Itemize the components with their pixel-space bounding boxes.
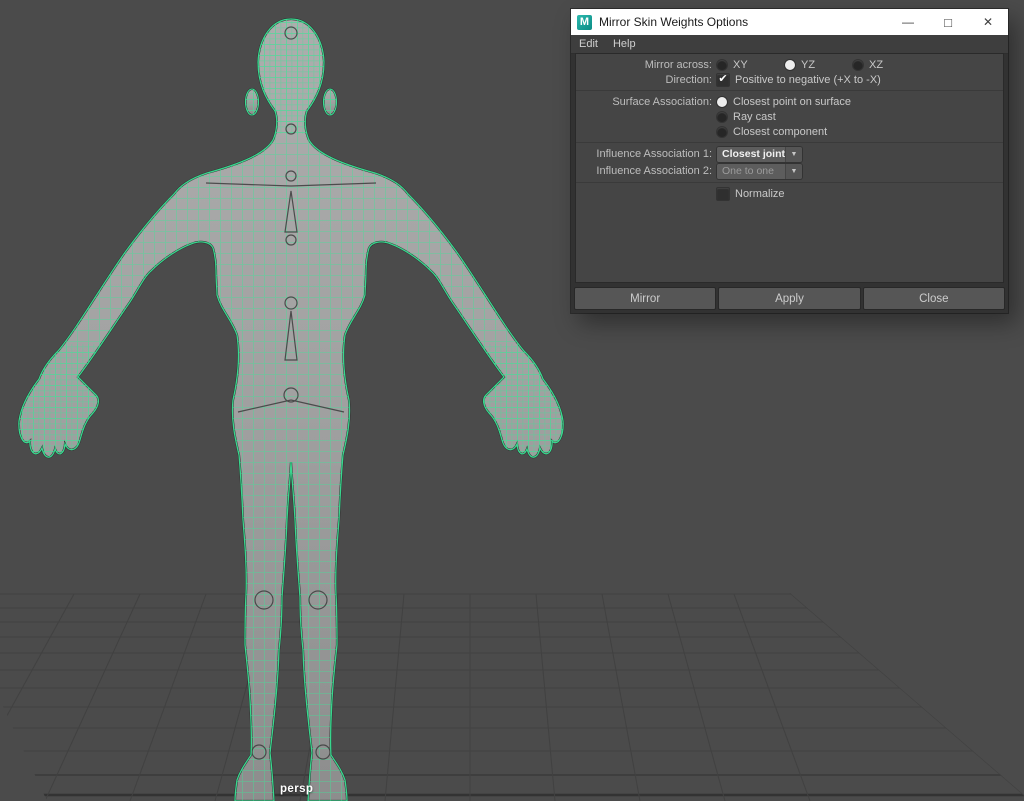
surface-association-row-3: Closest component xyxy=(576,124,1003,139)
surface-association-label: Surface Association: xyxy=(576,96,712,108)
camera-name-label: persp xyxy=(280,783,313,795)
maximize-button[interactable]: □ xyxy=(928,9,968,35)
mirror-button[interactable]: Mirror xyxy=(575,288,715,309)
direction-row: Direction: ✔ Positive to negative (+X to… xyxy=(576,72,1003,87)
influence-association-2-label: Influence Association 2: xyxy=(576,165,712,177)
chevron-down-icon: ▼ xyxy=(785,164,802,179)
dialog-menubar: Edit Help xyxy=(571,35,1008,54)
mirror-across-row: Mirror across: XY YZ XZ xyxy=(576,57,1003,72)
surface-association-row-1: Surface Association: Closest point on su… xyxy=(576,94,1003,109)
radio-icon xyxy=(717,112,727,122)
radio-icon xyxy=(717,127,727,137)
radio-icon xyxy=(853,60,863,70)
menu-help[interactable]: Help xyxy=(613,38,636,50)
maya-application: persp M Mirror Skin Weights Options — □ … xyxy=(0,0,1024,801)
influence-association-1-row: Influence Association 1: Closest joint ▼ xyxy=(576,146,1003,162)
mirror-skin-weights-options-dialog: M Mirror Skin Weights Options — □ ✕ Edit… xyxy=(571,9,1008,313)
options-panel: Mirror across: XY YZ XZ xyxy=(575,53,1004,283)
separator xyxy=(576,142,1003,143)
dialog-action-buttons: Mirror Apply Close xyxy=(575,288,1004,309)
direction-option-label: Positive to negative (+X to -X) xyxy=(735,74,881,86)
radio-mirror-yz[interactable]: YZ xyxy=(785,59,853,71)
radio-icon xyxy=(717,97,727,107)
surface-association-row-2: Ray cast xyxy=(576,109,1003,124)
dropdown-value: Closest joint xyxy=(717,147,785,162)
radio-icon xyxy=(785,60,795,70)
minimize-button[interactable]: — xyxy=(888,9,928,35)
radio-closest-point-on-surface[interactable]: Closest point on surface xyxy=(717,96,851,108)
chevron-down-icon: ▼ xyxy=(785,147,802,162)
radio-icon xyxy=(717,60,727,70)
dropdown-value: One to one xyxy=(717,164,785,179)
influence-association-2-row: Influence Association 2: One to one ▼ xyxy=(576,163,1003,179)
normalize-checkbox[interactable]: ✔ xyxy=(717,188,729,200)
radio-ray-cast[interactable]: Ray cast xyxy=(717,111,776,123)
normalize-row: ✔ Normalize xyxy=(576,186,1003,201)
dialog-title: Mirror Skin Weights Options xyxy=(599,15,748,29)
separator xyxy=(576,90,1003,91)
influence-association-1-dropdown[interactable]: Closest joint ▼ xyxy=(717,147,802,162)
radio-mirror-xy[interactable]: XY xyxy=(717,59,785,71)
close-window-button[interactable]: ✕ xyxy=(968,9,1008,35)
ground-grid xyxy=(0,593,1024,801)
apply-button[interactable]: Apply xyxy=(719,288,859,309)
dialog-titlebar[interactable]: M Mirror Skin Weights Options — □ ✕ xyxy=(571,9,1008,35)
influence-association-1-label: Influence Association 1: xyxy=(576,148,712,160)
separator xyxy=(576,182,1003,183)
close-button[interactable]: Close xyxy=(864,288,1004,309)
normalize-label: Normalize xyxy=(735,188,785,200)
radio-mirror-xz[interactable]: XZ xyxy=(853,59,921,71)
radio-closest-component[interactable]: Closest component xyxy=(717,126,827,138)
menu-edit[interactable]: Edit xyxy=(579,38,598,50)
mirror-across-label: Mirror across: xyxy=(576,59,712,71)
window-controls: — □ ✕ xyxy=(888,9,1008,35)
checkmark-icon: ✔ xyxy=(718,74,727,85)
direction-label: Direction: xyxy=(576,74,712,86)
direction-checkbox[interactable]: ✔ xyxy=(717,74,729,86)
maya-app-icon: M xyxy=(577,15,592,30)
influence-association-2-dropdown[interactable]: One to one ▼ xyxy=(717,164,802,179)
